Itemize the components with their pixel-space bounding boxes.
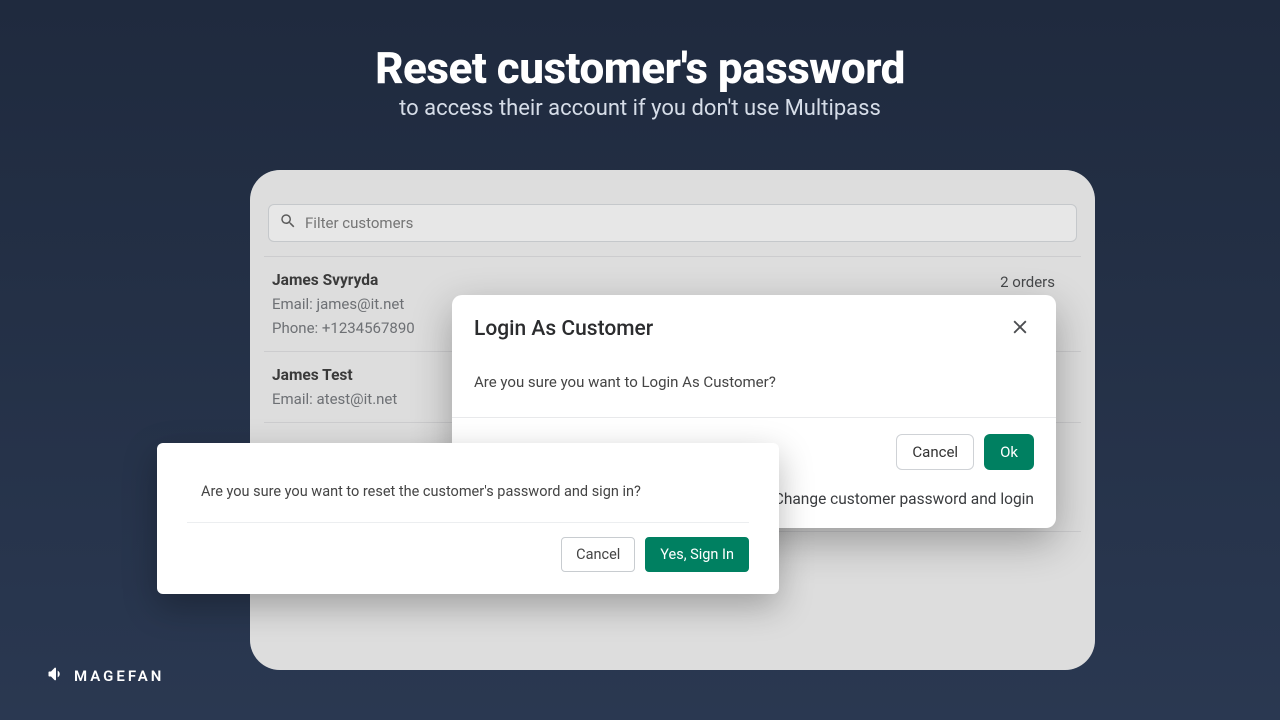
customer-email: Email: james@it.net [272,295,415,313]
customer-orders: 2 orders [1000,271,1073,291]
customer-name: James Svyryda [272,271,415,289]
search-bar[interactable] [268,204,1077,242]
customer-email: Email: atest@it.net [272,390,397,408]
reset-password-modal: Are you sure you want to reset the custo… [157,443,779,594]
customer-name: James Test [272,366,397,384]
yes-sign-in-button[interactable]: Yes, Sign In [645,537,749,572]
close-icon [1010,322,1030,341]
page-title: Reset customer's password [0,42,1280,94]
brand-logo: MAGEFAN [46,664,164,688]
page-subtitle: to access their account if you don't use… [0,96,1280,121]
megaphone-icon [46,664,74,688]
cancel-button[interactable]: Cancel [561,537,635,572]
modal-message: Are you sure you want to reset the custo… [187,473,749,500]
brand-name: MAGEFAN [74,667,164,685]
close-button[interactable] [1006,313,1034,345]
search-input[interactable] [305,214,1066,232]
customer-phone: Phone: +1234567890 [272,319,415,337]
modal-title: Login As Customer [474,317,653,341]
customer-orders [1055,366,1073,368]
modal-message: Are you sure you want to Login As Custom… [452,359,1056,417]
ok-button[interactable]: Ok [984,434,1034,470]
cancel-button[interactable]: Cancel [896,434,974,470]
search-icon [279,212,297,234]
divider [187,522,749,523]
